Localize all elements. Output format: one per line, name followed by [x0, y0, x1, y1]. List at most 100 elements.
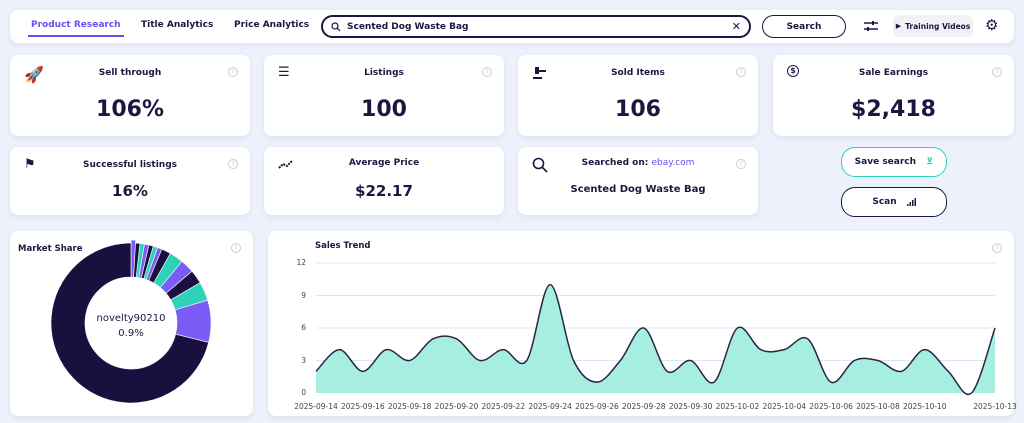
data-point[interactable] [360, 368, 366, 374]
searched-on-card: Searched on: ebay.com ? Scented Dog Wast… [518, 147, 758, 215]
clear-search-icon[interactable]: ✕ [732, 20, 741, 33]
x-tick-label: 2025-10-10 [902, 402, 947, 411]
x-tick-label: 2025-09-30 [668, 402, 713, 411]
help-icon[interactable]: ? [736, 159, 746, 169]
x-tick-label: 2025-09-22 [481, 402, 526, 411]
data-point[interactable] [711, 379, 717, 385]
stat-value: 106 [615, 97, 661, 122]
data-point[interactable] [852, 358, 858, 364]
tab-title-analytics[interactable]: Title Analytics [141, 20, 213, 30]
help-icon[interactable]: ? [482, 67, 492, 77]
data-point[interactable] [875, 358, 881, 364]
sales-area [316, 284, 995, 395]
stat-value: $22.17 [355, 182, 413, 200]
stat-value: 16% [112, 182, 148, 200]
data-point[interactable] [898, 368, 904, 374]
x-tick-label: 2025-09-18 [387, 402, 432, 411]
stat-card-successful-listings: ⚑ Successful listings ? 16% [10, 147, 250, 215]
settings-gear-icon[interactable]: ⚙ [985, 16, 998, 34]
data-point[interactable] [734, 325, 740, 331]
x-tick-label: 2025-10-02 [715, 402, 760, 411]
stat-title: Listings [364, 68, 404, 78]
tab-price-analytics[interactable]: Price Analytics [234, 20, 309, 30]
stat-title: Sale Earnings [858, 68, 929, 78]
x-tick-label: 2025-10-08 [856, 402, 900, 411]
data-point[interactable] [571, 358, 577, 364]
data-point[interactable] [617, 358, 623, 364]
searched-on-site-link[interactable]: ebay.com [651, 158, 694, 168]
x-tick-label: 2025-09-14 [294, 402, 338, 411]
data-point[interactable] [430, 336, 436, 342]
y-tick-label: 9 [301, 290, 306, 300]
data-point[interactable] [453, 336, 459, 342]
sales-trend-chart [313, 262, 998, 396]
signal-bars-icon [906, 198, 916, 206]
data-point[interactable] [524, 358, 530, 364]
x-tick-label: 2025-09-24 [528, 402, 572, 411]
data-point[interactable] [500, 347, 506, 353]
searched-query: Scented Dog Waste Bag [570, 184, 706, 195]
help-icon[interactable]: ? [228, 159, 238, 169]
training-videos-button[interactable]: ▶ Training Videos [893, 15, 973, 37]
data-point[interactable] [688, 358, 694, 364]
data-point[interactable] [922, 347, 928, 353]
data-point[interactable] [336, 347, 342, 353]
play-icon: ▶ [895, 22, 902, 30]
data-point[interactable] [594, 379, 600, 385]
stat-card-listings: ☰ Listings ? 100 [264, 55, 504, 136]
stat-title: Sold Items [611, 68, 665, 78]
training-videos-label: Training Videos [905, 21, 971, 31]
data-point[interactable] [992, 325, 998, 331]
data-point[interactable] [969, 390, 975, 396]
data-point[interactable] [641, 325, 647, 331]
sales-trend-card: Sales Trend ? 0 3 6 9 12 2025-09-14 2025-09-16… [268, 231, 1017, 416]
top-nav-bar: Product Research Title Analytics Price A… [10, 10, 1014, 43]
donut-seller-share: 0.9% [118, 328, 144, 339]
data-point[interactable] [945, 368, 951, 374]
data-point[interactable] [758, 347, 764, 353]
x-tick-label: 2025-10-04 [762, 402, 807, 411]
donut-seller-name: novelty90210 [96, 313, 166, 324]
data-point[interactable] [547, 282, 553, 288]
data-point[interactable] [383, 347, 389, 353]
donut-center-label: novelty90210 0.9% [81, 311, 181, 341]
save-search-button[interactable]: Save search ⊻ [841, 147, 947, 177]
scan-button[interactable]: Scan [841, 187, 947, 217]
data-point[interactable] [477, 358, 483, 364]
tab-product-research[interactable]: Product Research [28, 20, 124, 37]
stat-value: 100 [361, 97, 407, 122]
stat-title: Sell through [98, 68, 162, 78]
search-input[interactable] [347, 21, 732, 32]
stat-value: $2,418 [851, 97, 936, 122]
x-tick-label: 2025-09-20 [434, 402, 479, 411]
stat-title: Average Price [348, 158, 420, 168]
x-tick-label: 2025-10-06 [809, 402, 853, 411]
data-point[interactable] [313, 368, 319, 374]
y-tick-label: 3 [301, 355, 306, 365]
searched-on-label: Searched on: [581, 158, 649, 168]
stat-title: Successful listings [82, 160, 178, 170]
searched-on-line: Searched on: ebay.com [518, 158, 758, 168]
scan-label: Scan [872, 197, 897, 207]
x-tick-label: 2025-10-13 [973, 402, 1017, 411]
help-icon[interactable]: ? [736, 67, 746, 77]
stat-card-sell-through: 🚀 Sell through ? 106% [10, 55, 250, 136]
stat-card-sold-items: Sold Items ? 106 [518, 55, 758, 136]
save-search-label: Save search [854, 157, 917, 167]
save-tray-icon: ⊻ [926, 157, 934, 167]
market-share-card: Market Share ? novelty90210 0.9% [10, 231, 253, 416]
help-icon[interactable]: ? [992, 67, 1002, 77]
search-button[interactable]: Search [762, 15, 846, 38]
data-point[interactable] [805, 336, 811, 342]
data-point[interactable] [407, 358, 413, 364]
filter-sliders-icon[interactable] [864, 20, 878, 32]
stat-value: 106% [96, 97, 164, 122]
x-tick-label: 2025-09-16 [341, 402, 385, 411]
data-point[interactable] [664, 368, 670, 374]
x-tick-label: 2025-09-28 [621, 402, 666, 411]
stat-card-average-price: Average Price $22.17 [264, 147, 504, 215]
data-point[interactable] [828, 379, 834, 385]
search-bar: ✕ [321, 15, 751, 38]
help-icon[interactable]: ? [228, 67, 238, 77]
data-point[interactable] [781, 347, 787, 353]
